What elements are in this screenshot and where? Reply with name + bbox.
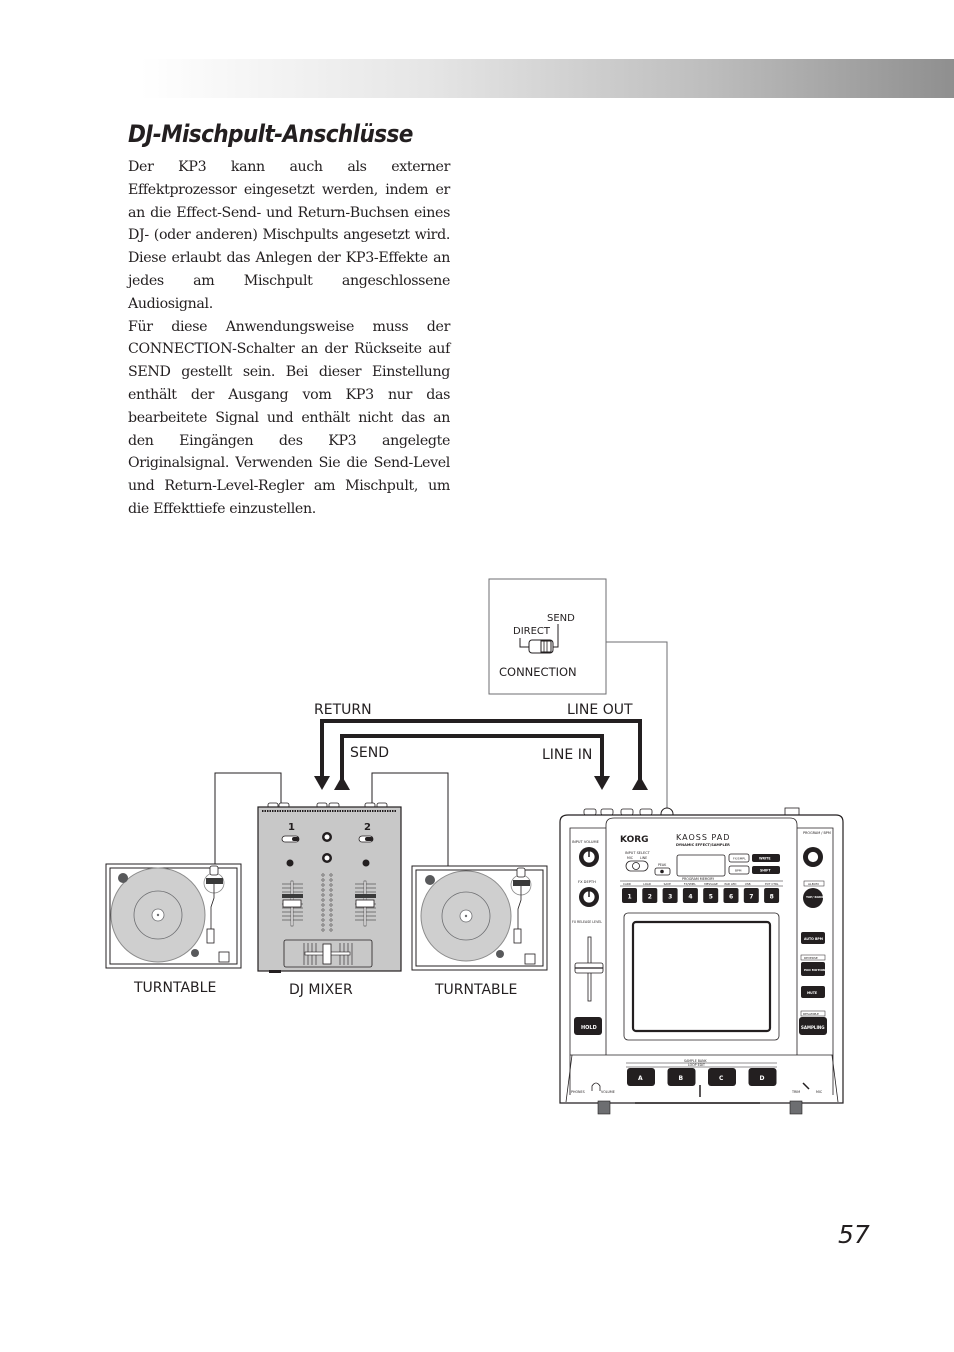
- svg-text:REVERSE: REVERSE: [804, 956, 818, 960]
- hold-button-label: HOLD: [581, 1025, 597, 1031]
- kp3-model-name: KAOSS PAD: [676, 833, 730, 842]
- mic-label: MIC: [816, 1090, 823, 1094]
- mixer-channel-1: 1: [288, 822, 295, 833]
- fx-depth-label: FX DEPTH: [578, 880, 596, 884]
- input-select-line: LINE: [640, 856, 647, 860]
- line-out-label: LINE OUT: [567, 702, 633, 718]
- connection-switch-box: SEND DIRECT CONNECTION: [488, 578, 607, 695]
- volume-label: VOLUME: [601, 1090, 615, 1094]
- memory-label: PAD LED: [725, 882, 737, 886]
- page-title: DJ-Mischpult-Anschlüsse: [128, 120, 413, 148]
- memory-label: LOAD: [643, 882, 651, 886]
- connection-direct-label: DIRECT: [513, 626, 551, 637]
- connection-switch-knob: [540, 640, 552, 653]
- bank-button-label: A: [638, 1075, 643, 1082]
- memory-button-label: 6: [729, 894, 733, 901]
- memory-button-label: 5: [709, 894, 713, 901]
- turntable-left-label: TURNTABLE: [133, 980, 216, 996]
- send-arrow-up: [334, 776, 350, 790]
- program-bpm-label: PROGRAM / BPM: [803, 831, 831, 835]
- body-text: Der KP3 kann auch als externer Effektpro…: [128, 156, 450, 521]
- turntable-right-label: TURNTABLE: [434, 982, 517, 998]
- kp3-subtitle: DYNAMIC EFFECT/SAMPLER: [676, 843, 730, 847]
- memory-label: FX/SMPL: [684, 882, 696, 886]
- program-memory-label: PROGRAM MEMORY: [682, 877, 715, 881]
- connection-send-label: SEND: [547, 613, 575, 624]
- input-select-label: INPUT SELECT: [625, 851, 651, 855]
- svg-text:TAP/ RANGE: TAP/ RANGE: [806, 895, 826, 899]
- peak-led: [660, 869, 664, 874]
- input-select-mic: MIC: [627, 856, 634, 860]
- svg-text:SAMPLING: SAMPLING: [801, 1025, 825, 1030]
- peak-label: PEAK: [658, 863, 667, 867]
- mixer-channel-2: 2: [364, 822, 371, 833]
- svg-text:ALBUM: ALBUM: [808, 882, 819, 886]
- turntable-left: [105, 863, 242, 969]
- connection-diagram: SEND DIRECT CONNECTION RETURN LINE OUT S…: [105, 578, 844, 1115]
- loop-edit-label: LOOP EDIT: [688, 1063, 705, 1067]
- line-in-arrow-down: [594, 776, 610, 790]
- connection-title: CONNECTION: [499, 665, 577, 679]
- dj-mixer-label: DJ MIXER: [289, 982, 353, 998]
- memory-label: SAVE: [664, 882, 671, 886]
- return-arrow-down: [314, 776, 330, 790]
- memory-button-label: 4: [688, 894, 692, 901]
- bank-button-label: B: [679, 1075, 684, 1082]
- send-label: SEND: [350, 745, 389, 761]
- trim-label: TRIM: [791, 1090, 800, 1094]
- dj-mixer: 1 2: [257, 802, 402, 973]
- memory-label: USB: [745, 882, 751, 886]
- memory-button-label: 8: [770, 894, 774, 901]
- svg-text:SHIFT: SHIFT: [760, 869, 771, 873]
- turntable-right: [411, 865, 548, 971]
- page-number: 57: [838, 1220, 870, 1249]
- kp3-display: [676, 854, 726, 877]
- memory-label: CARD: [623, 882, 631, 886]
- svg-text:RESAMPLE: RESAMPLE: [803, 1012, 819, 1016]
- fx-release-label: FX RELEASE LEVEL: [572, 920, 602, 924]
- header-banner: [140, 59, 954, 98]
- svg-text:FX/SMPL: FX/SMPL: [733, 857, 746, 861]
- crossfader[interactable]: [283, 939, 373, 968]
- svg-text:MUTE: MUTE: [807, 991, 817, 995]
- svg-text:PAD MOTION: PAD MOTION: [804, 968, 826, 972]
- input-volume-label: INPUT VOLUME: [572, 840, 600, 844]
- kaoss-pad-kp3: KORG KAOSS PAD DYNAMIC EFFECT/SAMPLER IN…: [559, 807, 844, 1115]
- kp3-brand-logo: KORG: [620, 835, 649, 845]
- memory-button-label: 1: [628, 894, 632, 901]
- line-out-arrow-up: [632, 776, 648, 790]
- trim-knob[interactable]: [789, 1100, 803, 1115]
- svg-text:AUTO BPM: AUTO BPM: [804, 937, 823, 941]
- return-label: RETURN: [314, 702, 372, 718]
- memory-button-label: 7: [749, 894, 753, 901]
- phones-label: PHONES: [571, 1090, 585, 1094]
- volume-knob[interactable]: [597, 1100, 611, 1115]
- svg-text:WRITE: WRITE: [759, 857, 771, 861]
- paragraph-2: Für diese Anwendungsweise muss der CONNE…: [128, 318, 450, 517]
- svg-text:BPM: BPM: [735, 869, 742, 873]
- bank-button-label: D: [760, 1075, 765, 1082]
- touch-pad[interactable]: [631, 920, 772, 1033]
- paragraph-1: Der KP3 kann auch als externer Effektpro…: [128, 159, 450, 312]
- memory-label: MESSAGE: [704, 882, 718, 886]
- memory-button-label: 2: [648, 894, 652, 901]
- bank-button-label: C: [719, 1075, 724, 1082]
- memory-label: EXT CTRL: [765, 882, 779, 886]
- memory-button-label: 3: [668, 894, 672, 901]
- line-in-label: LINE IN: [542, 747, 592, 763]
